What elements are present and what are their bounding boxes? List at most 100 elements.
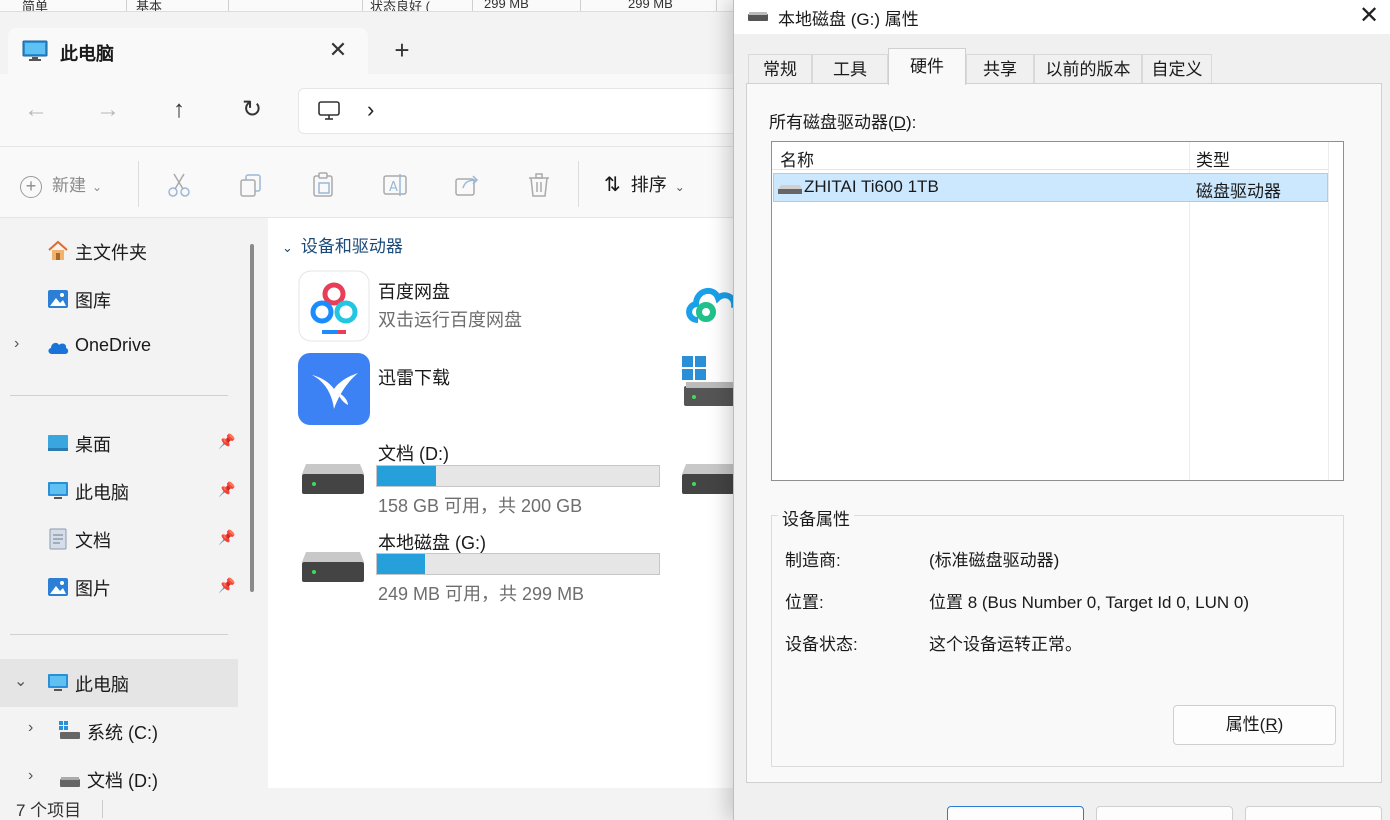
group-header[interactable]: ⌄ 设备和驱动器	[282, 232, 403, 257]
new-button-label: 新建	[52, 176, 86, 195]
new-button[interactable]: + 新建 ⌄	[20, 171, 102, 198]
chevron-down-icon: ⌄	[92, 180, 103, 194]
pin-icon[interactable]: 📌	[218, 529, 235, 546]
pin-icon[interactable]: 📌	[218, 481, 235, 498]
status-bar-count: 7 个项目	[16, 801, 82, 820]
device-properties-legend: 设备属性	[778, 505, 854, 530]
sort-label: 排序	[630, 175, 667, 195]
hardware-panel: 所有磁盘驱动器(D): 名称 类型 ZHITAI Ti600 1TB 磁盘驱动器…	[746, 83, 1382, 783]
drive-icon[interactable]	[680, 458, 740, 498]
tab-this-pc[interactable]: 此电脑 ✕	[8, 28, 368, 74]
address-bar[interactable]: ›	[298, 88, 748, 134]
drive-list[interactable]: 名称 类型 ZHITAI Ti600 1TB 磁盘驱动器	[771, 141, 1344, 481]
drive-icon	[302, 552, 364, 582]
back-arrow-icon[interactable]: ←	[20, 94, 52, 126]
item-subtitle: 158 GB 可用，共 200 GB	[378, 496, 583, 516]
prop-key: 位置:	[785, 593, 824, 612]
cut-icon[interactable]	[165, 171, 193, 199]
share-icon[interactable]	[453, 171, 481, 199]
sidebar-label: 主文件夹	[75, 243, 147, 263]
apply-button[interactable]	[1245, 806, 1382, 820]
dialog-titlebar[interactable]: 本地磁盘 (G:) 属性 ✕	[734, 0, 1390, 34]
bg-cell: 基本	[136, 0, 163, 12]
column-header-name[interactable]: 名称	[780, 146, 814, 171]
bg-cell: 299 MB	[628, 0, 673, 11]
up-arrow-icon[interactable]: ↑	[163, 94, 195, 126]
bg-cell: 299 MB	[484, 0, 529, 11]
svg-text:A: A	[389, 180, 398, 195]
system-drive-icon[interactable]	[680, 354, 740, 410]
list-header: 名称 类型	[772, 142, 1328, 170]
tab-previous-versions[interactable]: 以前的版本	[1034, 54, 1142, 84]
tab-hardware[interactable]: 硬件	[888, 48, 966, 85]
paste-icon[interactable]	[309, 171, 337, 199]
monitor-outline-icon	[318, 101, 340, 120]
item-name: 本地磁盘 (G:)	[378, 533, 486, 553]
close-icon[interactable]: ✕	[1354, 0, 1384, 34]
chevron-right-icon[interactable]: ›	[28, 767, 33, 785]
delete-icon[interactable]	[525, 171, 553, 199]
monitor-icon	[48, 674, 68, 691]
baidu-netdisk-icon	[298, 270, 370, 342]
sidebar-item-gallery[interactable]: 图库	[0, 275, 238, 323]
refresh-icon[interactable]: ↻	[236, 94, 268, 126]
list-item[interactable]: ZHITAI Ti600 1TB 磁盘驱动器	[773, 173, 1328, 202]
chevron-down-icon: ⌄	[282, 240, 293, 255]
prop-value: 位置 8 (Bus Number 0, Target Id 0, LUN 0)	[929, 593, 1249, 612]
forward-arrow-icon[interactable]: →	[92, 94, 124, 126]
item-name: 文档 (D:)	[378, 444, 449, 464]
copy-icon[interactable]	[237, 171, 265, 199]
properties-button[interactable]: 属性(R)	[1173, 705, 1336, 745]
monitor-icon	[22, 40, 48, 61]
breadcrumb-chevron-icon[interactable]: ›	[367, 97, 374, 123]
navigation-pane: 主文件夹 图库 › OneDrive 桌面 📌 此电脑 📌 文档 📌 图片 📌 …	[0, 218, 262, 820]
sidebar-label: 图库	[75, 291, 111, 311]
prop-value: (标准磁盘驱动器)	[929, 551, 1060, 570]
tab-general[interactable]: 常规	[748, 54, 812, 84]
sidebar-item-pictures[interactable]: 图片 📌	[0, 563, 238, 611]
chevron-down-icon[interactable]: ⌄	[14, 671, 27, 691]
sidebar-label: 文档	[75, 531, 111, 551]
tab-tools[interactable]: 工具	[812, 54, 888, 84]
navigation-bar: ← → ↑ ↻ ›	[0, 74, 748, 146]
command-bar: + 新建 ⌄ A ⇅ 排序 ⌄	[0, 146, 740, 218]
content-pane: ⌄ 设备和驱动器 百度网盘 双击运行百度网盘 迅雷下载 文档 (D:) 158 …	[268, 218, 740, 788]
sidebar-item-this-pc-pinned[interactable]: 此电脑 📌	[0, 467, 238, 515]
pin-icon[interactable]: 📌	[218, 577, 235, 594]
sidebar-item-drive-c[interactable]: › 系统 (C:)	[0, 707, 238, 755]
ok-button[interactable]	[947, 806, 1084, 820]
close-tab-icon[interactable]: ✕	[324, 36, 352, 64]
tab-title: 此电脑	[60, 44, 114, 64]
pin-icon[interactable]: 📌	[218, 433, 235, 450]
desktop-icon	[48, 435, 68, 451]
chevron-right-icon[interactable]: ›	[28, 719, 33, 737]
sidebar-item-this-pc[interactable]: ⌄ 此电脑	[0, 659, 238, 707]
item-name: 迅雷下载	[378, 368, 450, 388]
picture-icon	[48, 578, 68, 596]
device-properties-group: 设备属性 制造商: (标准磁盘驱动器) 位置: 位置 8 (Bus Number…	[771, 505, 1344, 767]
disk-drive-icon	[778, 185, 802, 194]
new-tab-button[interactable]: +	[388, 36, 416, 64]
cloud-icon	[48, 342, 69, 354]
plus-icon: +	[20, 175, 42, 198]
sidebar-item-home[interactable]: 主文件夹	[0, 227, 238, 275]
sidebar-scrollbar[interactable]	[250, 244, 254, 592]
tab-sharing[interactable]: 共享	[966, 54, 1034, 84]
item-subtitle: 249 MB 可用，共 299 MB	[378, 584, 585, 604]
chevron-right-icon[interactable]: ›	[14, 335, 19, 353]
gallery-icon	[48, 290, 68, 308]
item-name: 百度网盘	[378, 282, 450, 302]
rename-icon[interactable]: A	[381, 171, 409, 199]
sidebar-item-onedrive[interactable]: › OneDrive	[0, 323, 238, 371]
sidebar-item-desktop[interactable]: 桌面 📌	[0, 419, 238, 467]
prop-key: 设备状态:	[785, 635, 858, 654]
sort-button[interactable]: ⇅ 排序 ⌄	[604, 171, 685, 197]
drive-usage-fill	[377, 466, 437, 486]
home-icon	[48, 240, 68, 260]
cancel-button[interactable]	[1096, 806, 1233, 820]
column-header-type[interactable]: 类型	[1196, 146, 1230, 171]
background-window-strip: 简单 基本 状态良好 ( 299 MB 299 MB	[0, 0, 740, 12]
sidebar-label: 桌面	[75, 435, 111, 455]
tab-customize[interactable]: 自定义	[1142, 54, 1212, 84]
sidebar-item-documents[interactable]: 文档 📌	[0, 515, 238, 563]
